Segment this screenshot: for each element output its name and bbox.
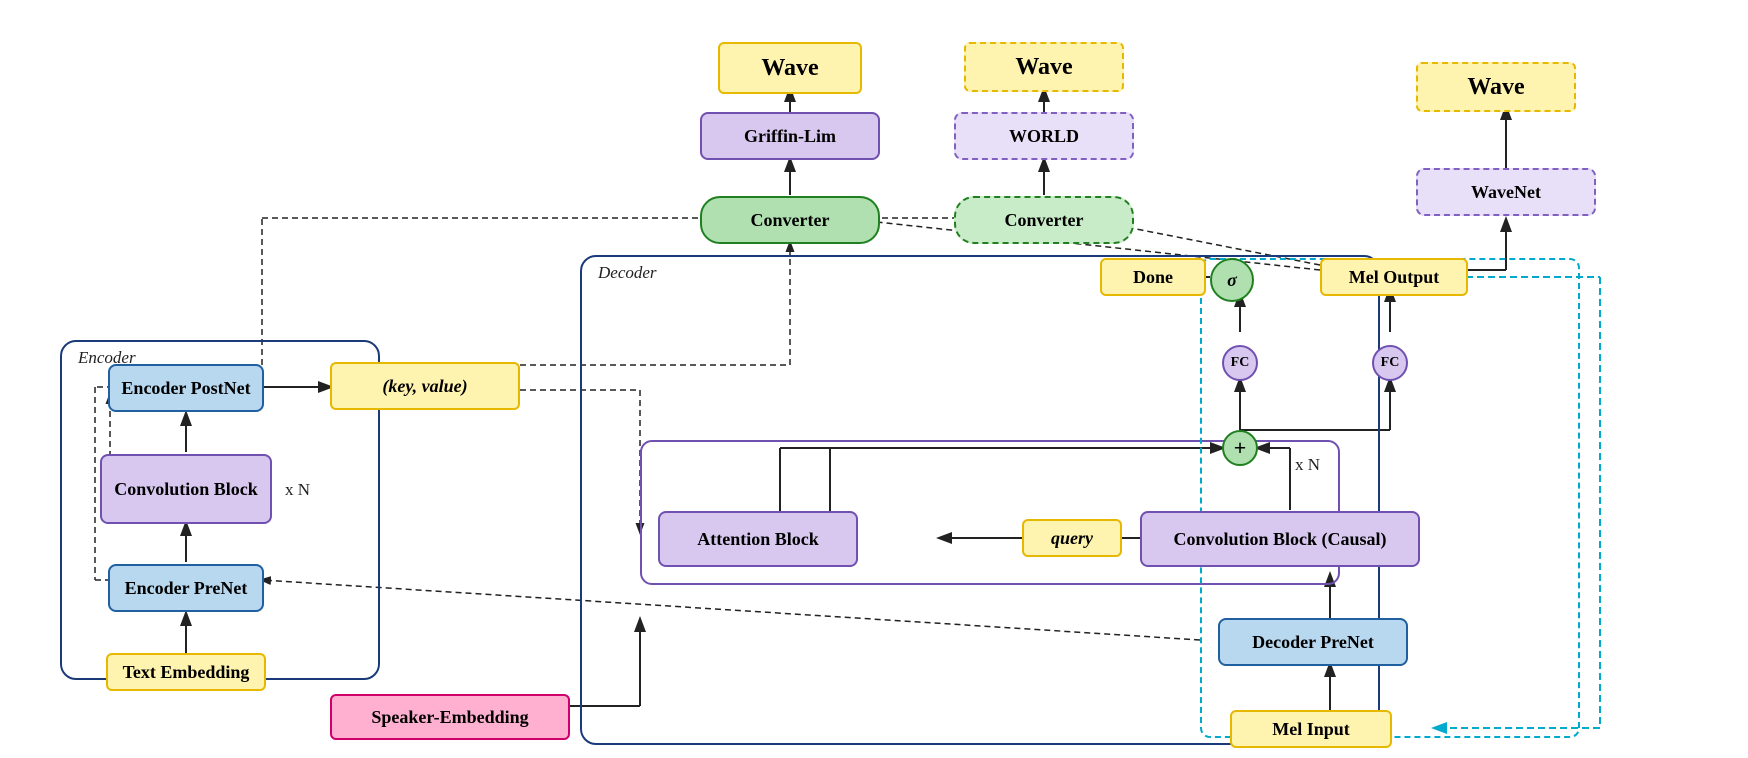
query-node: query: [1022, 519, 1122, 557]
decoder-prenet-node: Decoder PreNet: [1218, 618, 1408, 666]
world-node: WORLD: [954, 112, 1134, 160]
encoder-prenet-node: Encoder PreNet: [108, 564, 264, 612]
sigma-node: σ: [1210, 258, 1254, 302]
fc1-node: FC: [1222, 345, 1258, 381]
speaker-embedding-node: Speaker-Embedding: [330, 694, 570, 740]
key-value-node: (key, value): [330, 362, 520, 410]
wave2-node: Wave: [964, 42, 1124, 92]
conv-block-causal-node: Convolution Block (Causal): [1140, 511, 1420, 567]
attention-block-node: Attention Block: [658, 511, 858, 567]
mel-output-node: Mel Output: [1320, 258, 1468, 296]
converter2-node: Converter: [954, 196, 1134, 244]
wavenet-node: WaveNet: [1416, 168, 1596, 216]
fc2-node: FC: [1372, 345, 1408, 381]
encoder-conv-block-node: Convolution Block: [100, 454, 272, 524]
plus-node: +: [1222, 430, 1258, 466]
wave1-node: Wave: [718, 42, 862, 94]
text-embedding-node: Text Embedding: [106, 653, 266, 691]
xn-encoder-label: x N: [285, 480, 310, 500]
done-node: Done: [1100, 258, 1206, 296]
converter1-node: Converter: [700, 196, 880, 244]
decoder-label: Decoder: [598, 263, 657, 283]
xn-decoder-label: x N: [1295, 455, 1320, 475]
wave3-node: Wave: [1416, 62, 1576, 112]
encoder-postnet-node: Encoder PostNet: [108, 364, 264, 412]
griffin-lim-node: Griffin-Lim: [700, 112, 880, 160]
mel-input-node: Mel Input: [1230, 710, 1392, 748]
mel-feedback-box: [1200, 258, 1580, 738]
